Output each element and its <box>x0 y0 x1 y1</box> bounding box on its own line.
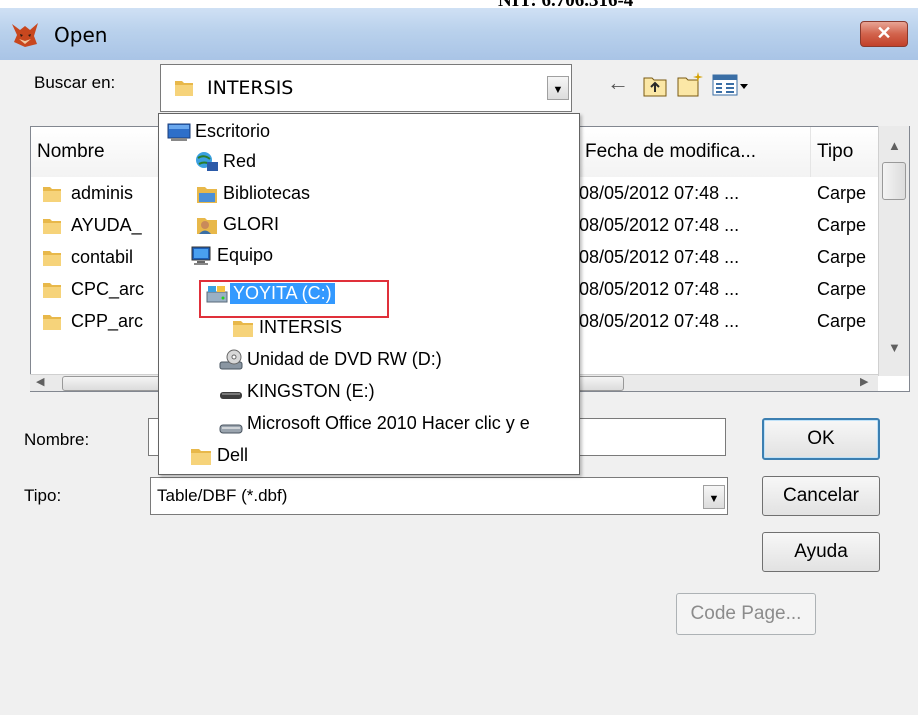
row-date: 08/05/2012 07:48 ... <box>579 183 740 203</box>
title-bar[interactable]: Open ✕ <box>0 8 918 60</box>
filename-label: Nombre: <box>24 430 90 449</box>
close-button[interactable]: ✕ <box>860 21 908 47</box>
row-date: 08/05/2012 07:48 ... <box>579 311 740 331</box>
folder-icon <box>43 187 61 202</box>
folder-icon <box>43 219 61 234</box>
filetype-label: Tipo: <box>24 486 62 505</box>
lookin-value: INTERSIS <box>207 77 294 99</box>
folder-icon <box>191 449 211 465</box>
annotation-highlight-box <box>199 280 389 318</box>
row-date: 08/05/2012 07:48 ... <box>579 279 740 299</box>
row-type: Carpe <box>817 215 867 235</box>
code-page-button: Code Page... <box>676 593 816 635</box>
vertical-scrollbar[interactable]: ▲ ▼ <box>878 126 909 376</box>
filetype-combo[interactable]: Table/DBF (*.dbf) ▼ <box>150 477 728 515</box>
scroll-right-icon[interactable]: ▶ <box>860 375 868 388</box>
chevron-down-icon: ▼ <box>708 493 720 505</box>
computer-icon <box>191 246 211 265</box>
network-icon <box>196 152 218 171</box>
row-type: Carpe <box>817 183 867 203</box>
folder-icon <box>175 81 193 96</box>
folder-icon <box>43 315 61 330</box>
ok-button[interactable]: OK <box>762 418 880 460</box>
back-arrow-icon[interactable]: ← <box>607 70 629 96</box>
scroll-up-icon[interactable]: ▲ <box>888 138 901 153</box>
chevron-down-icon: ▼ <box>552 84 564 96</box>
foxpro-fox-icon <box>12 23 38 47</box>
view-menu-icon[interactable] <box>712 74 750 98</box>
usb-drive-icon <box>220 392 242 399</box>
scroll-left-icon[interactable]: ◀ <box>36 375 44 388</box>
new-folder-icon[interactable] <box>676 70 704 98</box>
folder-icon <box>43 283 61 298</box>
row-name: contabil <box>71 247 134 267</box>
help-button[interactable]: Ayuda <box>762 532 880 572</box>
libraries-icon <box>197 187 217 203</box>
filetype-value: Table/DBF (*.dbf) <box>157 486 288 505</box>
lookin-dropdown-button[interactable]: ▼ <box>547 76 569 100</box>
row-name: AYUDA_ <box>71 215 142 235</box>
user-icon <box>197 218 217 234</box>
row-name: CPP_arc <box>71 311 144 331</box>
close-icon: ✕ <box>876 23 892 43</box>
dropdown-item-office-2010[interactable]: Microsoft Office 2010 Hacer clic y e <box>219 410 579 440</box>
virtual-drive-icon <box>219 424 243 434</box>
filetype-dropdown-button[interactable]: ▼ <box>703 485 725 509</box>
up-folder-icon[interactable] <box>642 74 668 98</box>
desktop-icon <box>167 123 191 141</box>
row-type: Carpe <box>817 279 867 299</box>
window-title: Open <box>54 23 108 47</box>
dvd-drive-icon <box>219 349 243 370</box>
row-type: Carpe <box>817 247 867 267</box>
folder-icon <box>43 251 61 266</box>
cancel-button[interactable]: Cancelar <box>762 476 880 516</box>
row-date: 08/05/2012 07:48 ... <box>579 247 740 267</box>
top-strip: NIT: 6.706.316-4 <box>0 0 918 11</box>
open-dialog: Open ✕ Buscar en: INTERSIS ▼ ← Nombre Fe… <box>0 8 918 715</box>
folder-icon <box>233 321 253 337</box>
row-type: Carpe <box>817 311 867 331</box>
scroll-down-icon[interactable]: ▼ <box>888 340 901 355</box>
vertical-scroll-thumb[interactable] <box>882 162 906 200</box>
lookin-combo[interactable]: INTERSIS ▼ <box>160 64 572 112</box>
row-name: CPC_arc <box>71 279 145 299</box>
row-name: adminis <box>71 183 134 203</box>
column-header-date[interactable]: Fecha de modifica... <box>579 127 811 177</box>
row-date: 08/05/2012 07:48 ... <box>579 215 740 235</box>
lookin-label: Buscar en: <box>34 73 116 92</box>
